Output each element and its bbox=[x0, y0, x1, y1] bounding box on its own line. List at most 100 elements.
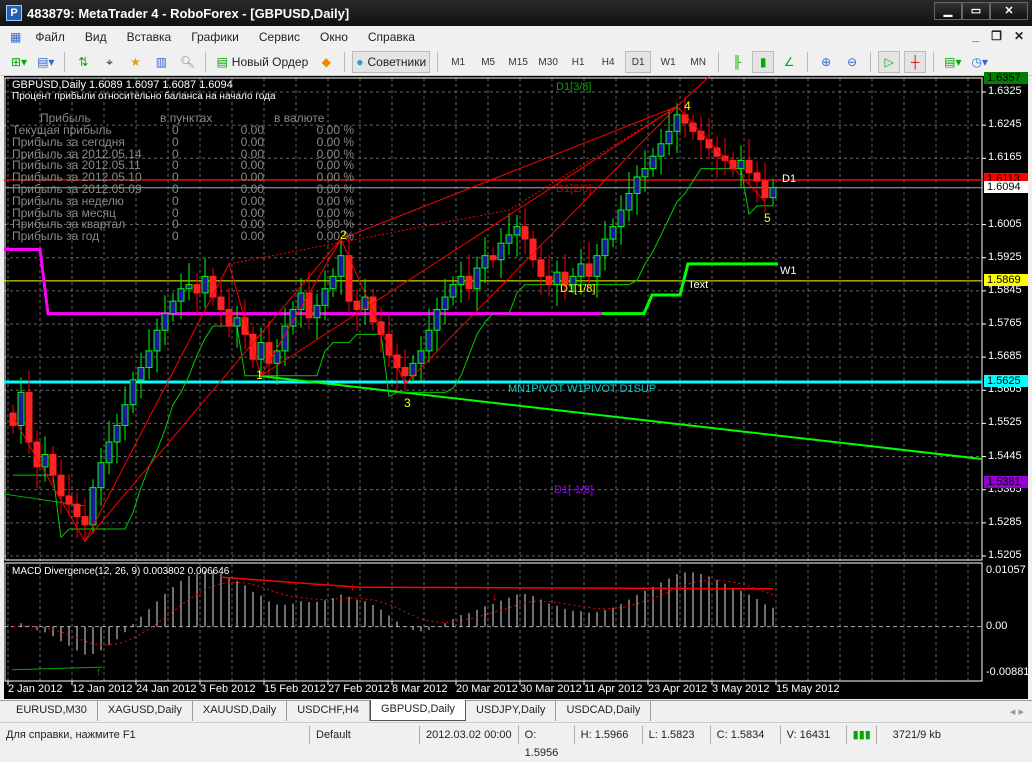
chart-menu-icon[interactable]: ▦ bbox=[10, 30, 21, 44]
tab-scroll-arrows[interactable]: ◂ ▸ bbox=[1010, 705, 1024, 718]
candle-bear bbox=[225, 308, 233, 327]
time-tick-label: 23 Apr 2012 bbox=[648, 683, 708, 695]
status-open: O: 1.5956 bbox=[519, 725, 575, 759]
candle-bear bbox=[489, 255, 497, 261]
candle-bull bbox=[97, 462, 105, 489]
tf-m30[interactable]: M30 bbox=[535, 51, 561, 73]
candle-bull bbox=[313, 304, 321, 319]
candle-bull bbox=[185, 284, 193, 290]
menu-window[interactable]: Окно bbox=[320, 30, 348, 44]
market-watch-icon[interactable]: ⇅ bbox=[72, 51, 94, 73]
terminal-icon[interactable]: ▥ bbox=[150, 51, 172, 73]
tab-usdchf[interactable]: USDCHF,H4 bbox=[287, 701, 370, 721]
candle-bull bbox=[457, 275, 465, 286]
menu-file[interactable]: Файл bbox=[35, 30, 65, 44]
mdi-minimize-icon[interactable]: _ bbox=[972, 29, 979, 43]
menu-tools[interactable]: Сервис bbox=[259, 30, 300, 44]
divergence-arrow-down: ↓ bbox=[350, 581, 356, 593]
menu-insert[interactable]: Вставка bbox=[127, 30, 172, 44]
tf-m15[interactable]: M15 bbox=[505, 51, 531, 73]
autoscroll-icon[interactable]: ▷ bbox=[878, 51, 901, 73]
candle-bull bbox=[609, 226, 617, 240]
price-marker: 1.5381 bbox=[984, 476, 1028, 489]
tf-h1[interactable]: H1 bbox=[565, 51, 591, 73]
zoom-in-icon[interactable]: ⊕ bbox=[815, 51, 837, 73]
chart-window[interactable]: GBPUSD,Daily 1.6089 1.6097 1.6087 1.6094… bbox=[4, 71, 1029, 699]
bar-chart-icon[interactable]: ╟ bbox=[726, 51, 748, 73]
status-low: L: 1.5823 bbox=[643, 725, 711, 744]
profit-row-name: Прибыль за год bbox=[12, 229, 100, 244]
tab-eurusd[interactable]: EURUSD,M30 bbox=[6, 701, 98, 721]
maximize-button[interactable]: ▭ bbox=[962, 2, 990, 20]
profit-row-currency: 0.00 bbox=[240, 229, 264, 244]
candle-bear bbox=[353, 300, 361, 310]
wave-label-3: 3 bbox=[404, 396, 411, 410]
new-order-button[interactable]: ▤ Новый Ордер bbox=[213, 51, 311, 73]
tab-usdjpy[interactable]: USDJPY,Daily bbox=[466, 701, 557, 721]
tf-h4[interactable]: H4 bbox=[595, 51, 621, 73]
new-chart-button[interactable]: ⊞▾ bbox=[8, 51, 30, 73]
candle-bull bbox=[625, 192, 633, 211]
tab-xagusd[interactable]: XAGUSD,Daily bbox=[98, 701, 193, 721]
status-volume: V: 16431 bbox=[781, 725, 847, 744]
candle-chart-icon[interactable]: ▮ bbox=[752, 51, 775, 73]
candle-bull bbox=[161, 313, 169, 331]
tf-m1[interactable]: M1 bbox=[445, 51, 471, 73]
new-order-icon: ▤ bbox=[216, 55, 228, 69]
chart-shift-icon[interactable]: ┼ bbox=[904, 51, 927, 73]
time-tick-label: 27 Feb 2012 bbox=[328, 683, 390, 695]
candle-bull bbox=[425, 329, 433, 352]
time-tick-label: 15 May 2012 bbox=[776, 683, 840, 695]
menu-help[interactable]: Справка bbox=[368, 30, 415, 44]
wave-label-1: 1 bbox=[256, 368, 263, 382]
chart-header: GBPUSD,Daily 1.6089 1.6097 1.6087 1.6094 bbox=[12, 79, 233, 91]
mdi-restore-icon[interactable]: ❐ bbox=[991, 29, 1002, 43]
tab-usdcad[interactable]: USDCAD,Daily bbox=[556, 701, 652, 721]
candle-bear bbox=[465, 275, 473, 290]
tf-mn[interactable]: MN bbox=[685, 51, 711, 73]
price-marker: 1.5869 bbox=[984, 273, 1028, 286]
profiles-button[interactable]: ▤▾ bbox=[34, 51, 57, 73]
tab-xauusd[interactable]: XAUUSD,Daily bbox=[193, 701, 288, 721]
candle-bear bbox=[545, 275, 553, 286]
profit-row-points: 0 bbox=[172, 229, 179, 244]
divergence-arrow-down: ↓ bbox=[492, 591, 498, 603]
close-button[interactable]: ✕ bbox=[990, 2, 1028, 20]
templates-icon[interactable]: ▤▾ bbox=[941, 51, 964, 73]
experts-button[interactable]: ● Советники bbox=[352, 51, 431, 73]
minimize-button[interactable]: ▁ bbox=[934, 2, 962, 20]
mt4-icon: P bbox=[6, 5, 22, 21]
candle-bull bbox=[513, 226, 521, 236]
title-bar: P 483879: MetaTrader 4 - RoboForex - [GB… bbox=[0, 0, 1032, 26]
trailing-stop-line bbox=[13, 168, 773, 539]
tab-gbpusd[interactable]: GBPUSD,Daily bbox=[369, 700, 466, 721]
candle-bull bbox=[41, 453, 49, 468]
mdi-close-icon[interactable]: ✕ bbox=[1014, 29, 1024, 43]
tester-icon[interactable]: 🔍︎ bbox=[176, 51, 198, 73]
status-profile: Default bbox=[310, 725, 420, 744]
periods-icon[interactable]: ◷▾ bbox=[969, 51, 992, 73]
candle-bull bbox=[113, 424, 121, 443]
experts-label: Советники bbox=[367, 55, 427, 69]
macd-tick-label: 0.01057 bbox=[986, 564, 1026, 576]
tf-d1[interactable]: D1 bbox=[625, 51, 652, 73]
time-tick-label: 12 Jan 2012 bbox=[72, 683, 133, 695]
navigator-icon[interactable]: ★ bbox=[124, 51, 146, 73]
menu-view[interactable]: Вид bbox=[85, 30, 107, 44]
menu-charts[interactable]: Графики bbox=[191, 30, 239, 44]
candle-bear bbox=[681, 114, 689, 124]
line-chart-icon[interactable]: ∠ bbox=[778, 51, 800, 73]
candle-bear bbox=[369, 296, 377, 323]
candle-bear bbox=[265, 342, 273, 364]
tf-m5[interactable]: M5 bbox=[475, 51, 501, 73]
candle-bear bbox=[745, 159, 753, 174]
crosshair-icon[interactable]: ⌖ bbox=[98, 51, 120, 73]
tf-w1[interactable]: W1 bbox=[655, 51, 681, 73]
price-tick-label: 1.6245 bbox=[988, 118, 1022, 131]
chart-tabs: EURUSD,M30 XAGUSD,Daily XAUUSD,Daily USD… bbox=[0, 700, 1032, 721]
time-tick-label: 2 Jan 2012 bbox=[8, 683, 63, 695]
label-pivot: MN1PIVOT W1PIVOT D1SUP bbox=[508, 383, 657, 395]
alert-icon[interactable]: ◆ bbox=[315, 51, 337, 73]
zoom-out-icon[interactable]: ⊖ bbox=[841, 51, 863, 73]
macd-divergence-line bbox=[220, 576, 774, 590]
